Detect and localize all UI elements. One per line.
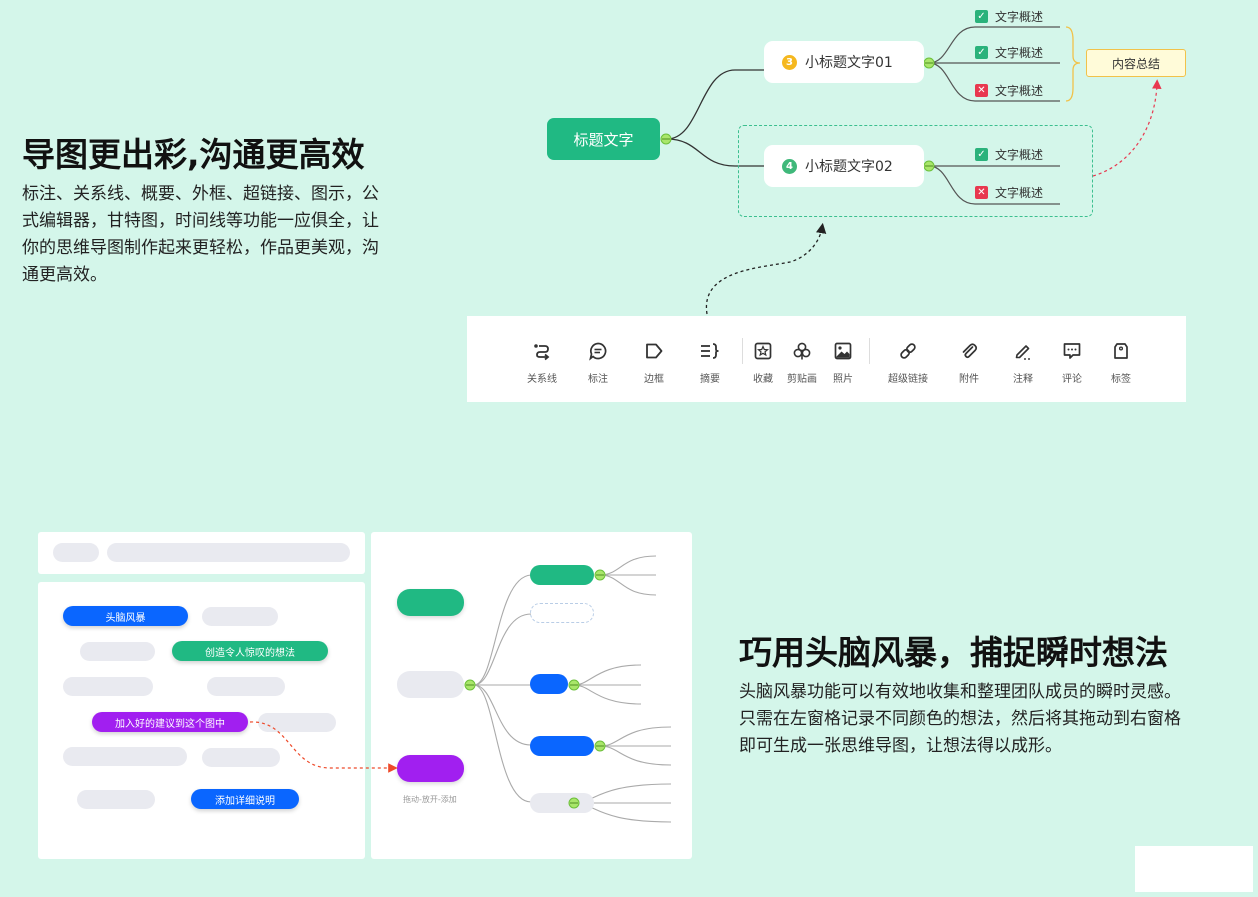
drag-arrow <box>249 721 398 773</box>
feature-title-brainstorm: 巧用头脑风暴，捕捉瞬时想法 <box>739 633 1168 672</box>
description-line: 即可生成一张思维导图，让想法得以成形。 <box>739 736 1062 756</box>
description-line: 只需在左窗格记录不同颜色的想法，然后将其拖动到右窗格 <box>739 709 1181 729</box>
description-line: 头脑风暴功能可以有效地收集和整理团队成员的瞬时灵感。 <box>739 682 1181 702</box>
feature-description-brainstorm: 头脑风暴功能可以有效地收集和整理团队成员的瞬时灵感。 只需在左窗格记录不同颜色的… <box>739 679 1239 760</box>
floating-widget[interactable] <box>1135 846 1253 892</box>
